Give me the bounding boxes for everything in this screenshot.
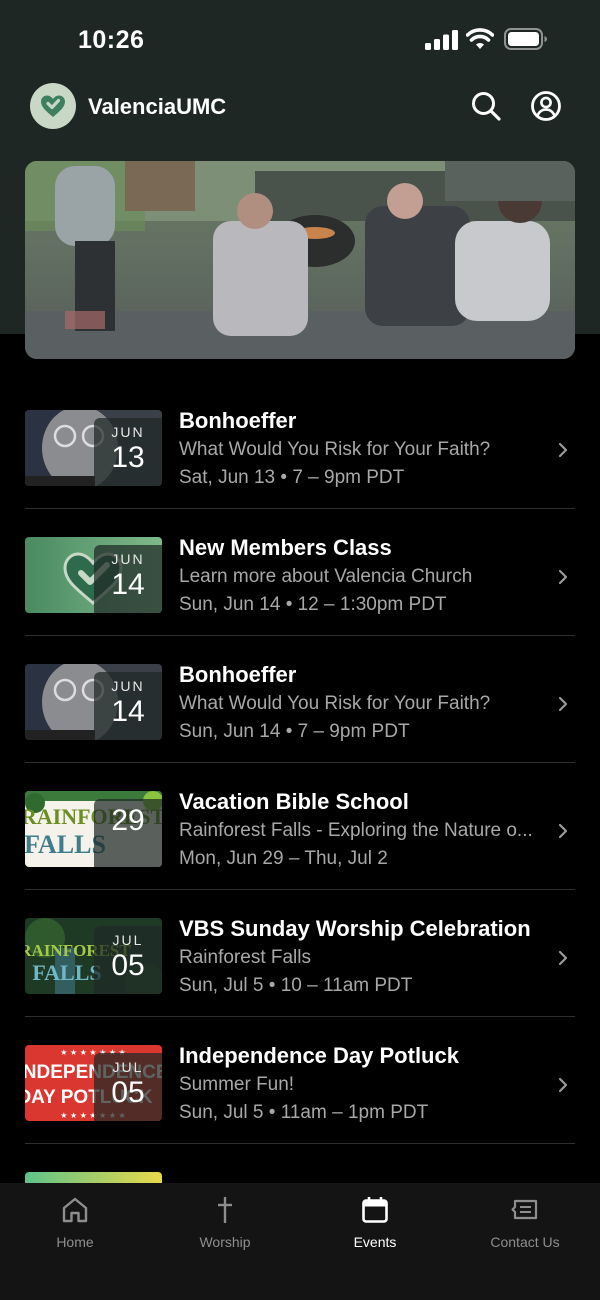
hero-photo xyxy=(25,161,575,359)
event-day: 05 xyxy=(111,949,145,982)
thumbnail-date-badge: JUN 14 xyxy=(94,545,162,613)
events-list: JUN 13 Bonhoeffer What Would You Risk fo… xyxy=(0,382,600,1271)
event-thumbnail: RAINFOREST FALLS JUL 05 xyxy=(25,918,162,994)
event-day: 14 xyxy=(111,568,145,601)
message-icon xyxy=(511,1199,538,1220)
event-row[interactable]: ★ ★ ★ ★ ★ ★ ★ INDEPENDENCE DAY POTLUCK ★… xyxy=(0,1017,600,1144)
tab-events[interactable]: Events xyxy=(300,1195,450,1250)
tab-label: Contact Us xyxy=(490,1234,560,1250)
calendar-icon xyxy=(362,1197,388,1223)
event-thumbnail: JUN 13 xyxy=(25,410,162,486)
event-title: Bonhoeffer xyxy=(179,662,297,687)
event-day: 13 xyxy=(111,441,145,474)
event-subtitle: Rainforest Falls xyxy=(179,947,311,968)
event-thumbnail: JUN 14 xyxy=(25,537,162,613)
event-day: 29 xyxy=(111,804,145,837)
event-month: JUL xyxy=(112,1059,144,1075)
profile-icon[interactable] xyxy=(530,90,562,122)
event-datetime: Sun, Jun 14 • 12 – 1:30pm PDT xyxy=(179,594,447,615)
tab-worship[interactable]: Worship xyxy=(150,1195,300,1250)
thumbnail-date-badge: 29 xyxy=(94,799,162,867)
bottom-tab-bar: Home Worship Events Contact Us xyxy=(0,1183,600,1300)
event-day: 05 xyxy=(111,1076,145,1109)
event-day: 14 xyxy=(111,695,145,728)
tab-home[interactable]: Home xyxy=(0,1195,150,1250)
event-thumbnail: ★ ★ ★ ★ ★ ★ ★ INDEPENDENCE DAY POTLUCK ★… xyxy=(25,1045,162,1121)
event-datetime: Sat, Jun 13 • 7 – 9pm PDT xyxy=(179,467,405,488)
event-month: JUN xyxy=(111,551,145,567)
event-month: JUL xyxy=(112,932,144,948)
chevron-right-icon xyxy=(558,950,568,966)
church-logo[interactable] xyxy=(30,83,76,129)
event-subtitle: What Would You Risk for Your Faith? xyxy=(179,439,491,460)
event-title: VBS Sunday Worship Celebration xyxy=(179,916,531,941)
status-bar: 10:26 xyxy=(0,0,600,80)
heart-logo-icon xyxy=(41,95,65,117)
wifi-icon xyxy=(466,28,494,49)
chevron-right-icon xyxy=(558,442,568,458)
thumbnail-date-badge: JUL 05 xyxy=(94,926,162,994)
event-row[interactable]: RAINFOREST FALLS JUL 05 VBS Sunday Worsh… xyxy=(0,890,600,1017)
thumbnail-date-badge: JUL 05 xyxy=(94,1053,162,1121)
battery-icon xyxy=(504,28,547,50)
thumbnail-date-badge: JUN 13 xyxy=(94,418,162,486)
featured-banner-image[interactable] xyxy=(25,161,575,359)
event-month: JUN xyxy=(111,424,145,440)
thumb-logo-line-2: FALLS xyxy=(32,960,101,985)
event-row[interactable]: JUN 14 Bonhoeffer What Would You Risk fo… xyxy=(0,636,600,763)
event-subtitle: Summer Fun! xyxy=(179,1074,295,1095)
chevron-right-icon xyxy=(558,696,568,712)
event-subtitle: What Would You Risk for Your Faith? xyxy=(179,693,491,714)
event-title: Independence Day Potluck xyxy=(179,1043,459,1068)
event-datetime: Sun, Jul 5 • 11am – 1pm PDT xyxy=(179,1102,429,1123)
event-row[interactable]: JUN 14 New Members Class Learn more abou… xyxy=(0,509,600,636)
thumbnail-date-badge: JUN 14 xyxy=(94,672,162,740)
event-row[interactable]: RAINFOREST FALLS 29 Vacation Bible Schoo… xyxy=(0,763,600,890)
event-title: Bonhoeffer xyxy=(179,408,297,433)
app-title: ValenciaUMC xyxy=(88,94,227,119)
cellular-signal-icon xyxy=(425,30,458,50)
chevron-right-icon xyxy=(558,1077,568,1093)
event-datetime: Sun, Jul 5 • 10 – 11am PDT xyxy=(179,975,413,996)
tab-label: Home xyxy=(56,1234,94,1250)
search-icon[interactable] xyxy=(470,90,502,122)
event-title: Vacation Bible School xyxy=(179,789,409,814)
event-thumbnail: JUN 14 xyxy=(25,664,162,740)
event-datetime: Sun, Jun 14 • 7 – 9pm PDT xyxy=(179,721,410,742)
tab-contact-us[interactable]: Contact Us xyxy=(450,1195,600,1250)
event-row[interactable]: JUN 13 Bonhoeffer What Would You Risk fo… xyxy=(0,382,600,509)
home-icon xyxy=(62,1197,88,1223)
cross-icon xyxy=(218,1197,232,1223)
event-subtitle: Rainforest Falls - Exploring the Nature … xyxy=(179,820,533,841)
tab-label: Events xyxy=(353,1234,397,1250)
event-month: JUN xyxy=(111,678,145,694)
status-time: 10:26 xyxy=(78,26,145,54)
tab-label: Worship xyxy=(199,1234,251,1250)
event-subtitle: Learn more about Valencia Church xyxy=(179,566,473,587)
chevron-right-icon xyxy=(558,569,568,585)
event-datetime: Mon, Jun 29 – Thu, Jul 2 xyxy=(179,848,388,869)
event-thumbnail: RAINFOREST FALLS 29 xyxy=(25,791,162,867)
chevron-right-icon xyxy=(558,823,568,839)
app-header: ValenciaUMC xyxy=(0,80,600,136)
event-title: New Members Class xyxy=(179,535,392,560)
